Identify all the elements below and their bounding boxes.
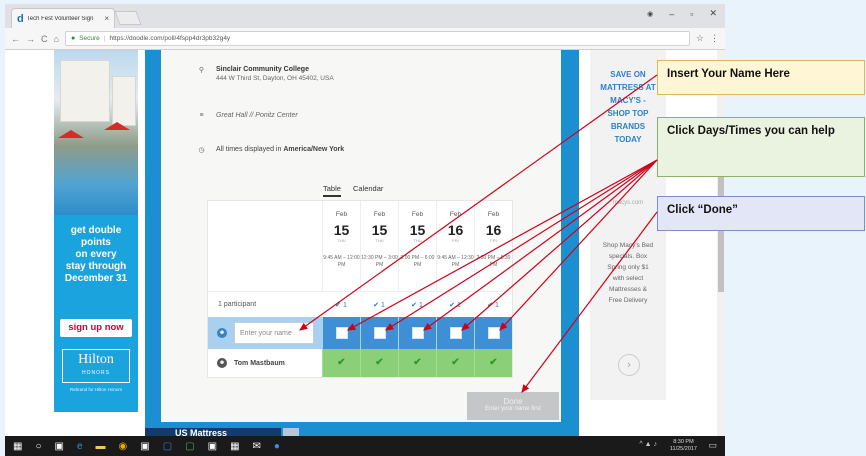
arrow-to-slot-4 — [461, 159, 658, 331]
arrow-to-slot-2 — [384, 159, 658, 331]
arrow-to-slot-5 — [499, 159, 658, 331]
arrow-to-slot-3 — [423, 159, 658, 331]
annotation-arrows — [299, 74, 658, 393]
arrow-to-done — [521, 211, 658, 393]
arrow-to-name-input — [299, 74, 658, 331]
